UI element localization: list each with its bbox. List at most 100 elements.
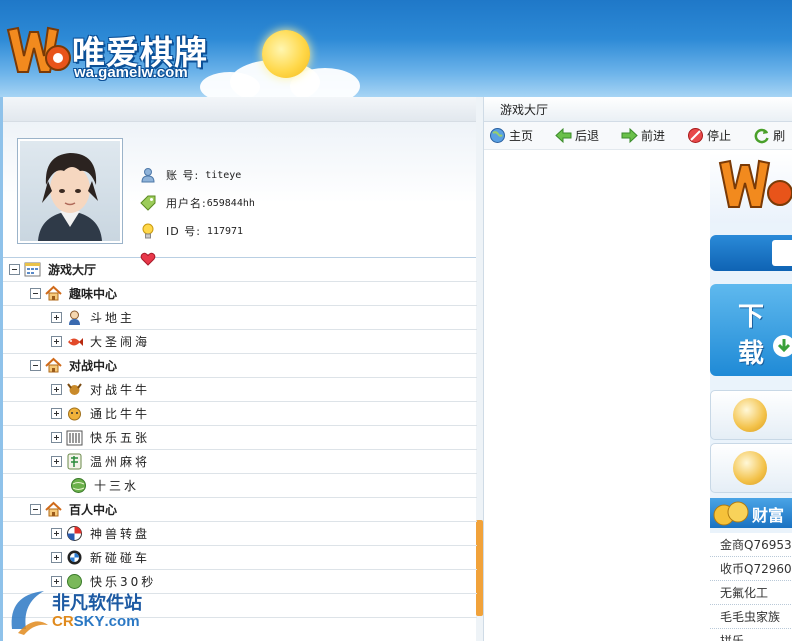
id-value: 117971 <box>206 225 244 237</box>
expand-toggle[interactable] <box>51 312 62 323</box>
tree-game-row[interactable]: 对战牛牛 <box>3 378 477 402</box>
tree-group-row[interactable]: 百人中心 <box>3 498 477 522</box>
refresh-button-label: 刷 <box>773 129 786 143</box>
site-watermark: 非凡软件站 CRSKY.com <box>4 583 164 639</box>
watermark-en-mid: SKY <box>73 613 105 630</box>
forward-button-label: 前进 <box>641 129 666 143</box>
home-button-label: 主页 <box>509 129 534 143</box>
collapse-toggle[interactable] <box>30 360 41 371</box>
tree-game-label: 新碰碰车 <box>90 551 151 565</box>
user-icon <box>141 168 155 183</box>
tree-group-label: 趣味中心 <box>69 287 118 301</box>
list-item[interactable]: 毛毛虫家族 <box>710 605 792 629</box>
car-badge-game-icon <box>67 550 82 565</box>
tab-game-lobby-label: 游戏大厅 <box>500 102 549 117</box>
tree-game-row[interactable]: 新碰碰车 <box>3 546 477 570</box>
right-panel: 游戏大厅 主页 后退 前进 停止 刷 下载 财富 金商Q76953 收币Q729… <box>483 97 792 641</box>
forward-button[interactable]: 前进 <box>621 127 665 144</box>
home-button[interactable]: 主页 <box>489 127 533 144</box>
list-item[interactable]: 拼乐 <box>710 629 792 641</box>
list-item[interactable]: 收币Q72960 <box>710 557 792 581</box>
list-item[interactable]: 金商Q76953 <box>710 533 792 557</box>
left-panel-topbar <box>3 97 483 122</box>
globe-game-icon <box>71 478 86 493</box>
bull-game-icon <box>67 383 82 395</box>
collapse-toggle[interactable] <box>9 264 20 275</box>
avatar-portrait-icon <box>38 153 102 241</box>
expand-toggle[interactable] <box>51 336 62 347</box>
expand-toggle[interactable] <box>51 528 62 539</box>
collapse-toggle[interactable] <box>30 504 41 515</box>
home-icon <box>45 285 62 301</box>
expand-toggle[interactable] <box>51 552 62 563</box>
lobby-icon <box>24 262 41 277</box>
tree-game-row[interactable]: 十三水 <box>3 474 477 498</box>
collapse-toggle[interactable] <box>30 288 41 299</box>
tree-game-row[interactable]: 温州麻将 <box>3 450 477 474</box>
tree-game-label: 十三水 <box>94 479 140 493</box>
tree-group-row[interactable]: 对战中心 <box>3 354 477 378</box>
expand-toggle[interactable] <box>51 456 62 467</box>
web-promo-box[interactable] <box>710 443 792 493</box>
account-row: 账 号: titeye <box>140 165 241 185</box>
bull-game-icon <box>68 407 81 421</box>
web-download-label: 下载 <box>738 302 767 369</box>
avatar-image <box>20 141 120 241</box>
web-promo-box[interactable] <box>710 390 792 440</box>
tree-game-label: 大圣闹海 <box>90 335 151 349</box>
username-value: 659844hh <box>206 197 255 209</box>
tag-icon <box>140 195 156 211</box>
wheel-game-icon <box>67 526 82 541</box>
stop-icon <box>688 128 704 143</box>
refresh-button[interactable]: 刷 <box>753 127 785 144</box>
id-label: ID 号: <box>166 225 201 238</box>
back-button[interactable]: 后退 <box>555 127 599 144</box>
download-arrow-icon <box>773 335 792 357</box>
tree-root-row[interactable]: 游戏大厅 <box>3 258 477 282</box>
web-download-button[interactable]: 下载 <box>710 284 792 376</box>
panel-splitter-handle[interactable] <box>476 520 483 616</box>
app-header: 唯爱棋牌 wa.gamelw.com <box>0 0 792 97</box>
tree-group-label: 对战中心 <box>69 359 118 373</box>
gold-coins-icon <box>713 501 749 526</box>
tab-game-lobby[interactable]: 游戏大厅 <box>484 97 792 122</box>
avatar[interactable] <box>17 138 123 244</box>
home-icon <box>45 357 62 373</box>
expand-toggle[interactable] <box>51 432 62 443</box>
brand-logo-icon <box>718 159 792 208</box>
landlord-game-icon <box>69 310 80 325</box>
tree-game-label: 快乐五张 <box>90 431 151 445</box>
header-cloud <box>200 72 260 97</box>
tree-game-row[interactable]: 快乐五张 <box>3 426 477 450</box>
tree-group-label: 百人中心 <box>69 503 118 517</box>
username-row: 用户名: 659844hh <box>140 193 255 213</box>
expand-toggle[interactable] <box>51 408 62 419</box>
back-button-label: 后退 <box>575 129 600 143</box>
refresh-icon <box>754 128 769 144</box>
tree-game-row[interactable]: 神兽转盘 <box>3 522 477 546</box>
watermark-en: CRSKY.com <box>52 613 140 630</box>
arrow-left-icon <box>555 127 572 144</box>
user-profile: 账 号: titeye 用户名: 659844hh ID 号: 117971 <box>3 122 483 266</box>
web-login-tab[interactable] <box>710 235 792 271</box>
sun-icon <box>262 30 310 78</box>
arrow-right-icon <box>621 127 638 144</box>
lightbulb-icon <box>142 223 154 239</box>
browser-toolbar: 主页 后退 前进 停止 刷 <box>484 122 792 150</box>
tree-game-label: 斗地主 <box>90 311 136 325</box>
watermark-en-prefix: CR <box>52 613 74 630</box>
web-ranking-list: 金商Q76953 收币Q72960 无氟化工 毛毛虫家族 拼乐 <box>710 533 792 641</box>
tree-game-label: 温州麻将 <box>90 455 151 469</box>
list-item[interactable]: 无氟化工 <box>710 581 792 605</box>
tree-game-row[interactable]: 大圣闹海 <box>3 330 477 354</box>
tree-game-row[interactable]: 斗地主 <box>3 306 477 330</box>
game-tree: 游戏大厅 趣味中心 斗地主 大圣闹海 对战中心 对战牛牛 通比牛牛 快乐五张 温… <box>3 258 477 618</box>
stop-button[interactable]: 停止 <box>687 127 731 144</box>
watermark-en-suffix: .com <box>104 613 140 630</box>
tree-game-row[interactable]: 通比牛牛 <box>3 402 477 426</box>
tree-root-label: 游戏大厅 <box>48 263 97 277</box>
fish-game-icon <box>68 338 83 346</box>
expand-toggle[interactable] <box>51 384 62 395</box>
tree-game-label: 神兽转盘 <box>90 527 151 541</box>
tree-group-row[interactable]: 趣味中心 <box>3 282 477 306</box>
